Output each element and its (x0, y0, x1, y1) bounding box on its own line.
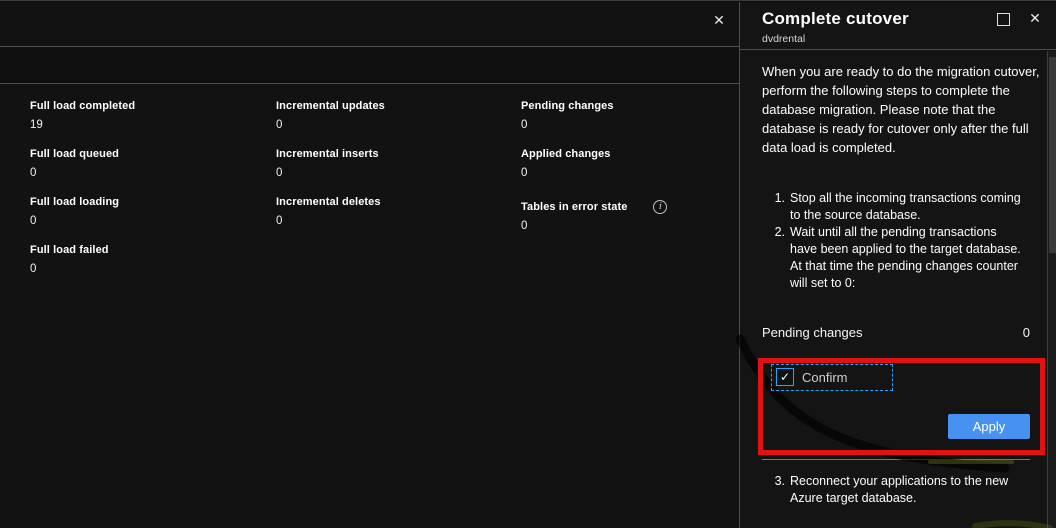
list-item: 1. Stop all the incoming transactions co… (762, 190, 1034, 224)
migration-cutover-screen: ✕ Full load completed 19 Full load queue… (0, 0, 1056, 528)
cutover-step-3: 3. Reconnect your applications to the ne… (762, 473, 1034, 507)
stat-value: 0 (276, 167, 506, 179)
stat-label: Pending changes (521, 99, 751, 113)
stat-full-load-queued: Full load queued 0 (30, 147, 260, 195)
stat-tables-in-error-state: Tables in error state i 0 (521, 200, 751, 248)
section-divider (762, 459, 1030, 460)
complete-cutover-panel: Complete cutover dvdrental ✕ When you ar… (740, 2, 1056, 528)
migration-details-blade: ✕ Full load completed 19 Full load queue… (0, 2, 740, 528)
cutover-intro-text: When you are ready to do the migration c… (762, 62, 1040, 157)
stat-label: Incremental updates (276, 99, 506, 113)
apply-button[interactable]: Apply (948, 414, 1030, 439)
stat-value: 0 (276, 215, 506, 227)
step-number: 1. (762, 190, 790, 224)
scrollbar-thumb[interactable] (1049, 57, 1056, 253)
step-number: 2. (762, 224, 790, 292)
stats-column-changes: Pending changes 0 Applied changes 0 Tabl… (521, 99, 751, 248)
stat-pending-changes: Pending changes 0 (521, 99, 751, 147)
panel-scrollbar[interactable] (1047, 51, 1056, 528)
stats-column-full-load: Full load completed 19 Full load queued … (30, 99, 260, 291)
stat-incremental-deletes: Incremental deletes 0 (276, 195, 506, 243)
maximize-icon[interactable] (997, 13, 1010, 26)
close-icon[interactable]: ✕ (1026, 9, 1044, 27)
step-text: Wait until all the pending transactions … (790, 224, 1022, 292)
stat-label: Full load queued (30, 147, 260, 161)
confirm-checkbox[interactable]: ✓ (776, 368, 794, 386)
stat-applied-changes: Applied changes 0 (521, 147, 751, 195)
stat-value: 0 (521, 167, 751, 179)
pending-changes-row: Pending changes 0 (762, 325, 1030, 340)
stat-label: Incremental deletes (276, 195, 506, 209)
stat-label: Tables in error state i (521, 200, 751, 214)
stat-label: Incremental inserts (276, 147, 506, 161)
pending-changes-value: 0 (1023, 325, 1030, 340)
step-number: 3. (762, 473, 790, 507)
stat-value: 0 (30, 263, 260, 275)
stat-value: 0 (30, 215, 260, 227)
panel-title: Complete cutover (762, 9, 909, 29)
stat-value: 0 (521, 119, 751, 131)
stat-value: 0 (521, 220, 751, 232)
pending-changes-label: Pending changes (762, 325, 862, 340)
blade-toolbar: ✕ (0, 2, 739, 47)
confirm-checkbox-label: Confirm (802, 370, 848, 385)
step-text: Stop all the incoming transactions comin… (790, 190, 1022, 224)
blade-subbar (0, 47, 739, 84)
stat-incremental-inserts: Incremental inserts 0 (276, 147, 506, 195)
stat-value: 0 (276, 119, 506, 131)
list-item: 2. Wait until all the pending transactio… (762, 224, 1034, 292)
panel-subtitle: dvdrental (762, 33, 805, 45)
stat-incremental-updates: Incremental updates 0 (276, 99, 506, 147)
stats-column-incremental: Incremental updates 0 Incremental insert… (276, 99, 506, 243)
cutover-steps-list: 1. Stop all the incoming transactions co… (762, 190, 1034, 292)
stat-value: 0 (30, 167, 260, 179)
info-icon[interactable]: i (653, 200, 667, 214)
stat-label: Full load failed (30, 243, 260, 257)
stat-value: 19 (30, 119, 260, 131)
stat-label: Full load completed (30, 99, 260, 113)
step-text: Reconnect your applications to the new A… (790, 473, 1022, 507)
stat-label: Full load loading (30, 195, 260, 209)
stat-label: Applied changes (521, 147, 751, 161)
confirm-checkbox-group[interactable]: ✓ Confirm (771, 364, 893, 391)
list-item: 3. Reconnect your applications to the ne… (762, 473, 1034, 507)
stat-label-text: Tables in error state (521, 200, 627, 214)
stat-full-load-loading: Full load loading 0 (30, 195, 260, 243)
stat-full-load-completed: Full load completed 19 (30, 99, 260, 147)
close-icon[interactable]: ✕ (709, 10, 729, 30)
panel-header: Complete cutover dvdrental ✕ (740, 2, 1056, 50)
stat-full-load-failed: Full load failed 0 (30, 243, 260, 291)
